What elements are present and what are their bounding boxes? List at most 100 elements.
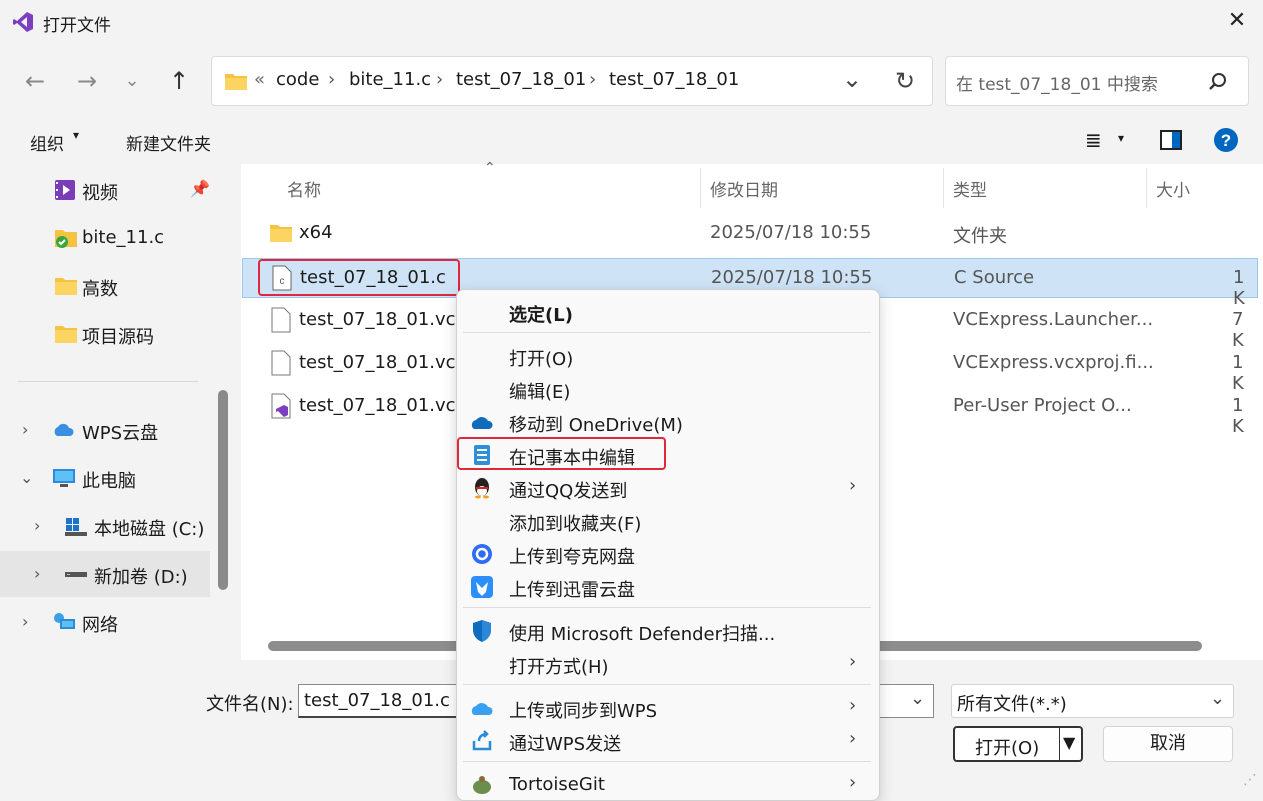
- sidebar-item-videos[interactable]: 视频 📌: [0, 167, 210, 213]
- new-folder-button[interactable]: 新建文件夹: [126, 130, 211, 155]
- sidebar-item-label: 新加卷 (D:): [94, 567, 188, 588]
- drive-icon: [65, 572, 87, 577]
- sidebar-item-label: 项目源码: [82, 327, 154, 348]
- menu-item-label: 通过QQ发送到: [509, 481, 628, 502]
- menu-item-open[interactable]: 打开(O): [457, 339, 877, 372]
- menu-item-label: 添加到收藏夹(F): [509, 514, 642, 535]
- resize-grip-icon[interactable]: ⋰: [1243, 772, 1261, 790]
- menu-item-wps-send[interactable]: 通过WPS发送 ›: [457, 724, 877, 757]
- chevron-down-icon[interactable]: ⌄: [20, 468, 33, 487]
- breadcrumb-separator: ›: [328, 69, 336, 90]
- organize-button[interactable]: 组织: [30, 130, 64, 155]
- file-size: 1 K: [1232, 395, 1244, 437]
- sidebar-item-label: 此电脑: [82, 471, 136, 492]
- file-name: test_07_18_01.vcxp: [299, 395, 478, 416]
- menu-item-wps-sync[interactable]: 上传或同步到WPS ›: [457, 691, 877, 724]
- address-bar[interactable]: « code › bite_11.c › test_07_18_01 › tes…: [211, 56, 933, 106]
- chevron-right-icon[interactable]: ›: [34, 516, 40, 535]
- sidebar-item-drive-d[interactable]: › 新加卷 (D:): [0, 551, 210, 597]
- onedrive-icon: [471, 417, 493, 429]
- back-button[interactable]: ←: [20, 66, 50, 96]
- chevron-right-icon[interactable]: ›: [22, 420, 28, 439]
- refresh-icon[interactable]: ↻: [890, 64, 920, 98]
- close-button[interactable]: ✕: [1225, 10, 1249, 34]
- sidebar-item-label: 视频: [82, 183, 118, 204]
- file-name: test_07_18_01.vcxp: [299, 309, 478, 330]
- sidebar-item-this-pc[interactable]: ⌄ 此电脑: [0, 455, 210, 501]
- folder-icon: [55, 278, 77, 295]
- search-input[interactable]: 在 test_07_18_01 中搜索: [956, 70, 1158, 95]
- recent-locations-button[interactable]: ⌄: [117, 66, 147, 96]
- column-divider[interactable]: [700, 168, 701, 208]
- sidebar-item-label: WPS云盘: [82, 423, 159, 444]
- column-header-size[interactable]: 大小: [1156, 176, 1190, 201]
- breadcrumb-code[interactable]: code: [276, 69, 319, 90]
- file-type: VCExpress.vcxproj.fi...: [953, 352, 1154, 373]
- file-row[interactable]: x64 2025/07/18 10:55 文件夹: [242, 214, 1258, 254]
- view-dropdown-icon[interactable]: ▾: [1118, 131, 1124, 145]
- menu-item-edit[interactable]: 编辑(E): [457, 372, 877, 405]
- column-header-date[interactable]: 修改日期: [710, 176, 778, 201]
- forward-button[interactable]: →: [72, 66, 102, 96]
- sidebar-item-network[interactable]: › 网络: [0, 599, 210, 645]
- open-dropdown-icon[interactable]: ▼: [1063, 733, 1075, 752]
- file-name: test_07_18_01.vcxp: [299, 352, 478, 373]
- menu-item-favorites[interactable]: 添加到收藏夹(F): [457, 504, 877, 537]
- up-button[interactable]: ↑: [164, 66, 194, 96]
- menu-item-label: 通过WPS发送: [509, 734, 622, 755]
- breadcrumb-current[interactable]: test_07_18_01: [609, 69, 739, 90]
- svg-text:?: ?: [1221, 131, 1231, 150]
- menu-item-defender[interactable]: 使用 Microsoft Defender扫描...: [457, 614, 877, 647]
- wps-cloud-icon: [471, 703, 493, 715]
- menu-separator: [463, 607, 871, 608]
- file-type: VCExpress.Launcher...: [953, 309, 1154, 330]
- breadcrumb-bite[interactable]: bite_11.c: [349, 69, 431, 90]
- chevron-right-icon: ›: [849, 651, 857, 672]
- highlight-box: [457, 437, 666, 470]
- view-options-icon[interactable]: ≣: [1085, 128, 1102, 152]
- chevron-right-icon[interactable]: ›: [22, 612, 28, 631]
- file-type: C Source: [954, 267, 1035, 288]
- sidebar-item-wps-cloud[interactable]: › WPS云盘: [0, 407, 210, 453]
- menu-item-qq-send[interactable]: 通过QQ发送到 ›: [457, 471, 877, 504]
- menu-item-select[interactable]: 选定(L): [457, 295, 877, 328]
- menu-item-tortoisegit[interactable]: TortoiseGit ›: [457, 768, 877, 801]
- column-divider[interactable]: [1146, 168, 1147, 208]
- sidebar-item-label: 本地磁盘 (C:): [94, 519, 205, 540]
- column-header-name[interactable]: 名称: [287, 176, 321, 201]
- file-icon: [271, 350, 291, 376]
- breadcrumb-overflow[interactable]: «: [254, 69, 265, 90]
- file-type: Per-User Project O...: [953, 395, 1132, 416]
- menu-item-open-with[interactable]: 打开方式(H) ›: [457, 647, 877, 680]
- cancel-button[interactable]: 取消: [1103, 726, 1233, 762]
- search-box[interactable]: 在 test_07_18_01 中搜索: [945, 56, 1249, 106]
- menu-item-onedrive[interactable]: 移动到 OneDrive(M): [457, 405, 877, 438]
- sidebar-item-project-source[interactable]: 项目源码: [0, 311, 210, 357]
- open-button[interactable]: 打开(O) ▼: [953, 726, 1083, 762]
- chevron-right-icon: ›: [849, 728, 857, 749]
- column-header-type[interactable]: 类型: [953, 176, 987, 201]
- sidebar-item-bite[interactable]: bite_11.c: [0, 215, 210, 261]
- column-divider[interactable]: [943, 168, 944, 208]
- menu-item-quark[interactable]: 上传到夸克网盘: [457, 537, 877, 570]
- file-type-select[interactable]: 所有文件(*.*) ⌄: [951, 684, 1234, 718]
- sidebar-item-label: 网络: [82, 615, 118, 636]
- breadcrumb-project[interactable]: test_07_18_01: [456, 69, 586, 90]
- chevron-down-icon: ⌄: [1210, 688, 1226, 709]
- filename-input[interactable]: test_07_18_01.c: [298, 684, 458, 718]
- preview-pane-icon[interactable]: [1160, 130, 1182, 150]
- sidebar-scrollbar[interactable]: [218, 390, 228, 590]
- menu-item-label: 选定(L): [509, 305, 573, 326]
- chevron-right-icon[interactable]: ›: [34, 564, 40, 583]
- highlight-box: [258, 259, 460, 296]
- help-icon[interactable]: ?: [1213, 127, 1239, 153]
- address-dropdown-icon[interactable]: ⌄: [842, 65, 862, 93]
- cloud-icon: [54, 423, 74, 436]
- vs-project-file-icon: [271, 393, 291, 419]
- tortoisegit-icon: [473, 776, 491, 794]
- sidebar-item-math[interactable]: 高数: [0, 263, 210, 309]
- chevron-right-icon: ›: [849, 475, 857, 496]
- organize-dropdown-icon[interactable]: ▾: [73, 128, 79, 142]
- sidebar-item-drive-c[interactable]: › 本地磁盘 (C:): [0, 503, 210, 549]
- menu-item-xunlei[interactable]: 上传到迅雷云盘: [457, 570, 877, 603]
